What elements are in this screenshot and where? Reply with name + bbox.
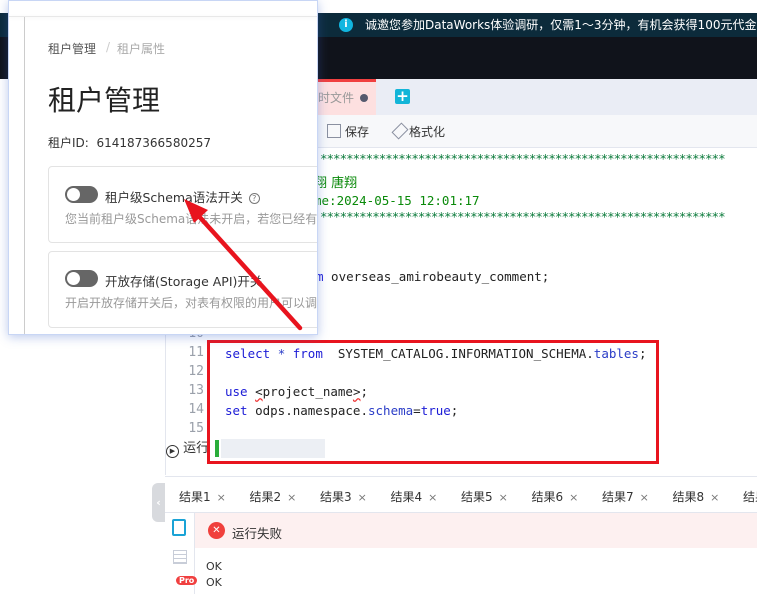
tenant-management-panel: 租户管理 / 租户属性 租户管理 租户ID: 614187366580257 租… <box>8 0 318 335</box>
schema-syntax-desc: 您当前租户级Schema语法未开启，若您已经有存 <box>65 212 318 226</box>
code-comment-stars-2: ****************************************… <box>320 209 726 224</box>
format-icon <box>391 122 409 140</box>
result-tab[interactable]: 结果5 × <box>461 488 508 505</box>
run-status-text: 运行失败 <box>232 526 283 541</box>
collapse-panel-button[interactable]: ‹ <box>152 483 165 522</box>
result-tab-label: 结果3 <box>320 490 352 504</box>
unsaved-dot-icon <box>360 94 368 102</box>
close-icon[interactable]: × <box>710 491 719 504</box>
banner-text: 诚邀您参加DataWorks体验调研，仅需1～3分钟，有机会获得100元代金券 <box>365 18 757 32</box>
result-tab-label: 结果5 <box>461 490 493 504</box>
close-icon[interactable]: × <box>499 491 508 504</box>
result-tab[interactable]: 结果1 × <box>179 488 226 505</box>
result-tab[interactable]: 结果2 × <box>250 488 297 505</box>
page-title: 租户管理 <box>48 84 161 117</box>
run-label: 运行 <box>183 441 210 456</box>
code-comment-stars: ****************************************… <box>320 151 726 166</box>
line-number: 12 <box>188 364 204 379</box>
code-comment-author: 翔 唐翔 <box>314 176 358 191</box>
result-tab-label: 结果9 <box>743 490 757 504</box>
breadcrumb-tenant-management[interactable]: 租户管理 <box>48 40 96 57</box>
divider <box>9 16 317 17</box>
tenant-id: 租户ID: 614187366580257 <box>48 134 211 151</box>
save-icon <box>327 124 341 138</box>
close-icon[interactable]: × <box>428 491 437 504</box>
line-number: 15 <box>188 421 204 436</box>
schema-syntax-toggle[interactable] <box>65 186 98 203</box>
line-number: 14 <box>188 402 204 417</box>
result-tab[interactable]: 结果6 × <box>532 488 579 505</box>
close-icon[interactable]: × <box>569 491 578 504</box>
schema-syntax-title: 租户级Schema语法开关? <box>105 187 260 206</box>
help-icon[interactable]: ? <box>248 193 260 204</box>
close-icon[interactable]: × <box>217 491 226 504</box>
result-tab[interactable]: 结果3 × <box>320 488 367 505</box>
storage-api-title: 开放存储(Storage API)开关 <box>105 274 263 289</box>
tenant-id-value: 614187366580257 <box>96 136 211 150</box>
output-line: OK <box>206 576 222 589</box>
output-line: OK <box>206 560 222 573</box>
info-icon: i <box>339 18 353 32</box>
close-icon[interactable]: × <box>287 491 296 504</box>
run-log-icon[interactable] <box>172 519 186 536</box>
line-number: 11 <box>188 345 204 360</box>
run-line-button[interactable]: ▶ 运行 <box>166 439 210 458</box>
result-tab-label: 结果2 <box>249 490 282 504</box>
result-tab[interactable]: 结果7 × <box>602 488 649 505</box>
table-icon[interactable] <box>173 550 187 564</box>
run-status-bar: ✕ 运行失败 <box>195 513 757 548</box>
result-tab[interactable]: 结果9× <box>743 488 757 505</box>
result-tab-label: 结果7 <box>602 490 634 504</box>
result-tab-label: 结果4 <box>390 490 423 504</box>
format-button[interactable]: 格式化 <box>391 122 446 140</box>
card-title: 租户级Schema语法开关 <box>105 190 243 205</box>
result-tab-label: 结果1 <box>179 490 211 504</box>
breadcrumb-tenant-properties: 租户属性 <box>117 42 166 56</box>
storage-api-desc: 开启开放存储开关后，对表有权限的用户可以调用 <box>65 296 318 310</box>
pro-badge: Pro <box>176 576 198 585</box>
close-icon[interactable]: × <box>640 491 649 504</box>
save-label: 保存 <box>345 125 370 139</box>
result-tab[interactable]: 结果8 × <box>673 488 720 505</box>
result-side-icons: Pro <box>165 513 198 594</box>
play-icon: ▶ <box>166 445 179 458</box>
divider <box>24 17 25 334</box>
tenant-id-label: 租户ID: <box>48 136 89 150</box>
result-tab-label: 结果6 <box>531 490 564 504</box>
result-tabs: 结果1 × 结果2 × 结果3 × 结果4 × 结果5 × 结果6 × 结果7 × 结果8 × 结果9× <box>165 476 757 513</box>
save-button[interactable]: 保存 <box>327 123 369 140</box>
code-comment-time: me:2024-05-15 12:01:17 <box>314 193 480 208</box>
format-label: 格式化 <box>409 125 446 139</box>
error-icon: ✕ <box>208 522 225 539</box>
code-text: overseas_amirobeauty_comment; <box>323 269 550 284</box>
line-number: 13 <box>188 383 204 398</box>
schema-syntax-card: 租户级Schema语法开关? 您当前租户级Schema语法未开启，若您已经有存 <box>48 166 318 243</box>
result-tab[interactable]: 结果4 × <box>391 488 438 505</box>
storage-api-card: 开放存储(Storage API)开关 开启开放存储开关后，对表有权限的用户可以… <box>48 251 318 328</box>
storage-api-toggle[interactable] <box>65 270 98 287</box>
result-tab-label: 结果8 <box>672 490 705 504</box>
tab-label: 时文件 <box>317 91 354 105</box>
highlight-box <box>207 340 659 464</box>
close-icon[interactable]: × <box>358 491 367 504</box>
breadcrumb-separator: / <box>106 40 111 54</box>
code-line-from: m overseas_amirobeauty_comment; <box>316 269 549 284</box>
add-tab-button[interactable]: + <box>395 89 410 104</box>
